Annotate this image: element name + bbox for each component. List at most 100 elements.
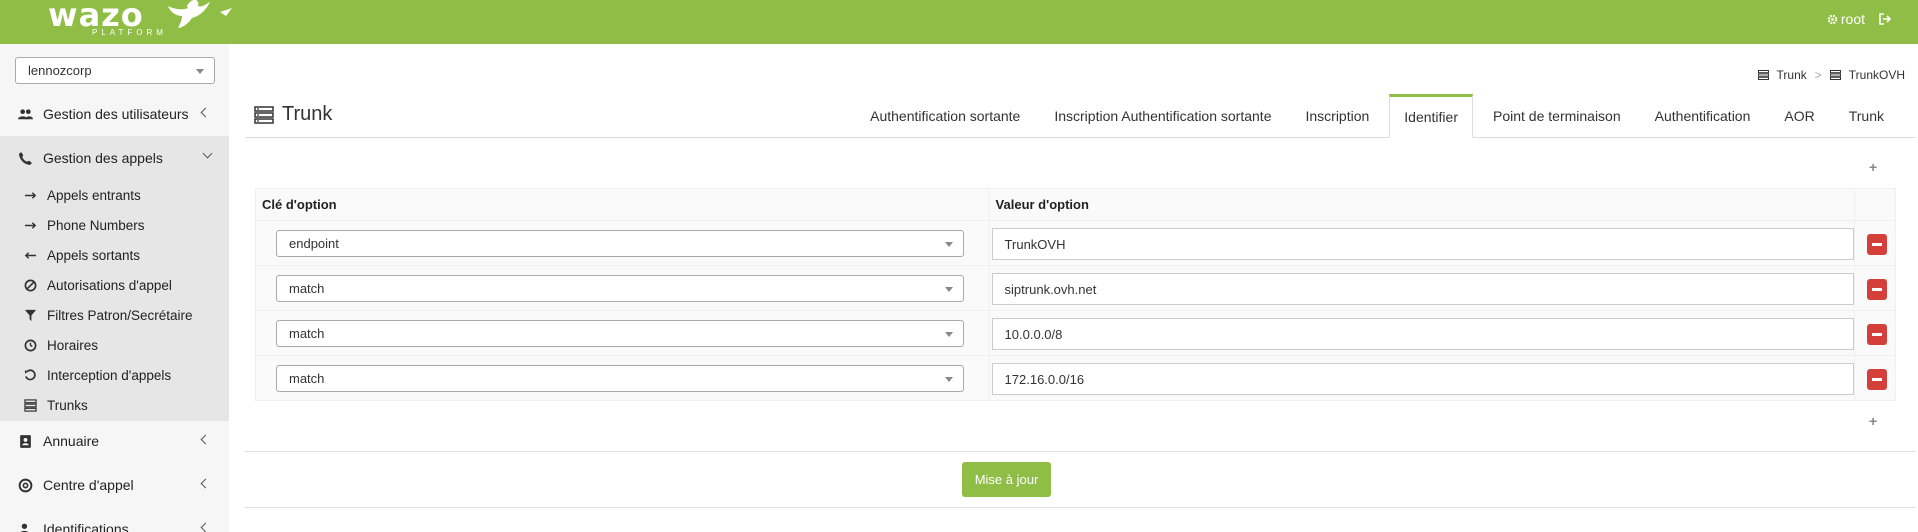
sign-out-icon[interactable] — [1879, 13, 1892, 25]
page-title-text: Trunk — [282, 103, 333, 125]
sidebar-subitem-call-permissions[interactable]: Autorisations d'appel — [0, 270, 229, 300]
option-key-select[interactable]: match — [276, 365, 964, 392]
breadcrumb-item: TrunkOVH — [1848, 68, 1905, 82]
sidebar-item-label: Centre d'appel — [43, 477, 134, 493]
option-value-input[interactable]: siptrunk.ovh.net — [991, 273, 1854, 305]
page-title: Trunk — [254, 103, 332, 126]
sidebar-subitem-incoming-calls[interactable]: Appels entrants — [0, 180, 229, 210]
sidebar-subitem-trunks[interactable]: Trunks — [0, 390, 229, 420]
tab-bar: Authentification sortante Inscription Au… — [856, 94, 1898, 138]
tab-outbound-auth[interactable]: Authentification sortante — [856, 94, 1034, 138]
sidebar-item-call-center[interactable]: Centre d'appel — [0, 463, 229, 507]
remove-row-button[interactable] — [1867, 324, 1887, 345]
sidebar-item-identifications[interactable]: Identifications — [0, 507, 229, 532]
remove-row-button[interactable] — [1867, 234, 1887, 255]
table-row: endpoint TrunkOVH — [255, 220, 1896, 266]
sidebar-subitem-boss-secretary-filters[interactable]: Filtres Patron/Secrétaire — [0, 300, 229, 330]
chevron-left-icon — [200, 107, 211, 118]
arrow-right-icon — [24, 191, 37, 199]
user-lock-icon — [20, 523, 29, 532]
tab-registration-outbound-auth[interactable]: Inscription Authentification sortante — [1040, 94, 1285, 138]
sidebar-subitem-outgoing-calls[interactable]: Appels sortants — [0, 240, 229, 270]
chevron-down-icon — [196, 69, 204, 74]
option-key-value: match — [289, 281, 325, 296]
sidebar-item-label: Gestion des utilisateurs — [43, 106, 189, 122]
tenant-select-value: lennozcorp — [28, 63, 92, 78]
add-option-button-top[interactable]: + — [1869, 160, 1879, 174]
remove-row-button[interactable] — [1867, 369, 1887, 390]
option-key-select[interactable]: endpoint — [276, 230, 964, 257]
option-key-select[interactable]: match — [276, 320, 964, 347]
option-key-value: endpoint — [289, 236, 339, 251]
tab-endpoint[interactable]: Point de terminaison — [1479, 94, 1635, 138]
main-content: Trunk > TrunkOVH Trunk Authentification … — [229, 44, 1918, 532]
sidebar-item-user-management[interactable]: Gestion des utilisateurs — [0, 92, 229, 136]
ban-icon — [24, 279, 37, 291]
chevron-down-icon — [202, 148, 213, 159]
sidebar-subitem-schedules[interactable]: Horaires — [0, 330, 229, 360]
option-key-value: match — [289, 371, 325, 386]
chevron-down-icon — [945, 377, 953, 382]
bird-logo-icon — [168, 0, 232, 28]
update-button[interactable]: Mise à jour — [962, 462, 1051, 497]
top-navbar: wazo PLATFORM root — [0, 0, 1918, 44]
phone-icon — [19, 151, 32, 165]
server-icon — [1829, 70, 1841, 80]
breadcrumb-separator: > — [1814, 68, 1822, 82]
option-value-input[interactable]: 172.16.0.0/16 — [991, 363, 1854, 395]
filter-icon — [24, 309, 37, 321]
chevron-left-icon — [200, 522, 211, 532]
sidebar-item-label: Identifications — [43, 521, 129, 532]
add-option-button-bottom[interactable]: + — [1869, 414, 1879, 428]
option-key-value: match — [289, 326, 325, 341]
table-row: match 172.16.0.0/16 — [255, 355, 1896, 401]
tab-trunk[interactable]: Trunk — [1835, 94, 1898, 138]
tab-authentication[interactable]: Authentification — [1641, 94, 1765, 138]
option-value-input[interactable]: 10.0.0.0/8 — [991, 318, 1854, 350]
chevron-down-icon — [945, 242, 953, 247]
clock-icon — [24, 339, 37, 351]
breadcrumb: Trunk > TrunkOVH — [1757, 68, 1905, 82]
tab-registration[interactable]: Inscription — [1291, 94, 1383, 138]
options-table: Clé d'option Valeur d'option endpoint Tr… — [255, 188, 1896, 401]
sidebar-subitem-phone-numbers[interactable]: Phone Numbers — [0, 210, 229, 240]
chevron-left-icon — [200, 478, 211, 489]
arrow-left-icon — [24, 251, 37, 259]
sidebar-subitem-label: Horaires — [47, 337, 99, 353]
sidebar: lennozcorp Gestion des utilisateurs Gest… — [0, 44, 229, 532]
sidebar-item-label: Gestion des appels — [43, 150, 163, 166]
tab-identifier[interactable]: Identifier — [1389, 94, 1473, 138]
sidebar-subitem-call-pickup[interactable]: Interception d'appels — [0, 360, 229, 390]
sidebar-item-label: Annuaire — [43, 433, 100, 449]
remove-row-button[interactable] — [1867, 279, 1887, 300]
address-book-icon — [20, 434, 31, 448]
sidebar-subitem-label: Appels entrants — [47, 187, 141, 203]
server-icon — [24, 398, 37, 412]
sidebar-subitem-label: Filtres Patron/Secrétaire — [47, 307, 193, 323]
tab-aor[interactable]: AOR — [1770, 94, 1828, 138]
sidebar-item-call-management[interactable]: Gestion des appels — [0, 136, 229, 180]
tenant-select[interactable]: lennozcorp — [15, 57, 215, 84]
call-management-submenu: Appels entrants Phone Numbers Appels sor… — [0, 180, 229, 421]
table-row: match siptrunk.ovh.net — [255, 265, 1896, 311]
breadcrumb-item[interactable]: Trunk — [1777, 68, 1807, 82]
user-menu[interactable]: root — [1827, 11, 1865, 27]
option-key-select[interactable]: match — [276, 275, 964, 302]
option-value-input[interactable]: TrunkOVH — [991, 228, 1854, 260]
sidebar-subitem-label: Trunks — [47, 397, 88, 413]
sidebar-item-directory[interactable]: Annuaire — [0, 419, 229, 463]
divider — [245, 507, 1916, 508]
chevron-left-icon — [200, 434, 211, 445]
sidebar-subitem-label: Autorisations d'appel — [47, 277, 172, 293]
username: root — [1840, 11, 1865, 27]
chevron-down-icon — [945, 332, 953, 337]
undo-icon — [24, 368, 36, 380]
sidebar-subitem-label: Appels sortants — [47, 247, 141, 263]
column-header-key: Clé d'option — [255, 188, 990, 221]
sidebar-subitem-label: Interception d'appels — [47, 367, 172, 383]
table-row: match 10.0.0.0/8 — [255, 310, 1896, 356]
gear-icon — [1827, 14, 1838, 24]
chevron-down-icon — [945, 287, 953, 292]
arrow-right-icon — [24, 221, 37, 229]
divider — [245, 451, 1916, 452]
